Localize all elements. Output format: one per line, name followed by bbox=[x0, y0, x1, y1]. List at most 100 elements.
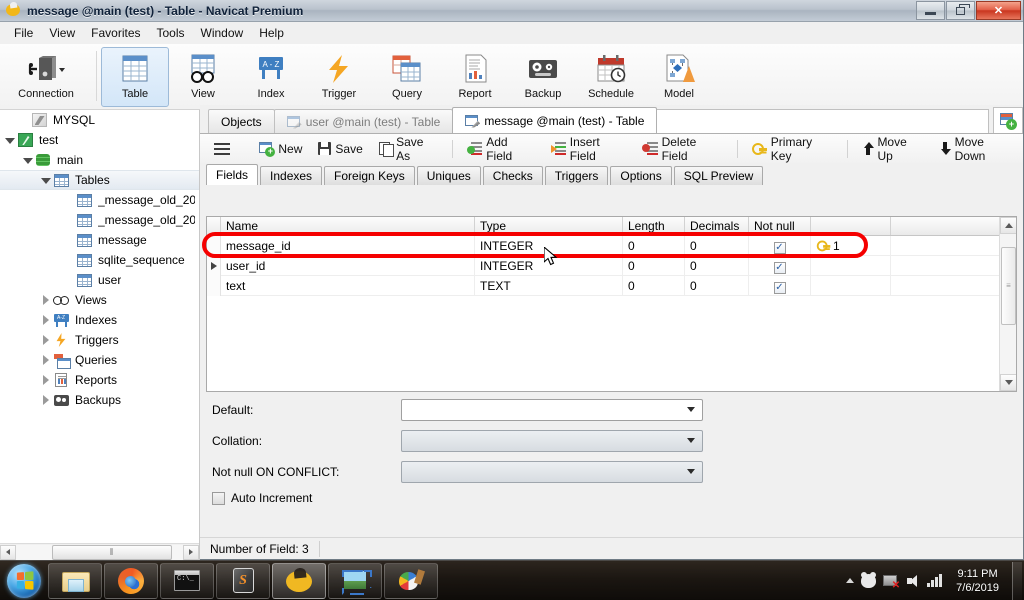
tab-objects[interactable]: Objects bbox=[208, 109, 275, 133]
tree-item-mysql[interactable]: MYSQL bbox=[0, 110, 199, 130]
object-tree[interactable]: MYSQL test main Tables _message_old_20 _… bbox=[0, 110, 199, 536]
cell-field-not-null[interactable]: ✓ bbox=[749, 235, 811, 256]
default-value-dropdown[interactable] bbox=[401, 398, 703, 421]
taskbar-sublime-text[interactable]: S bbox=[216, 562, 270, 599]
new-object-button[interactable] bbox=[993, 107, 1023, 133]
tab-indexes[interactable]: Indexes bbox=[260, 166, 323, 185]
taskbar-photo-viewer[interactable] bbox=[328, 562, 382, 599]
close-button[interactable]: ✕ bbox=[976, 1, 1021, 20]
network-disconnected-icon[interactable] bbox=[883, 574, 900, 591]
checkbox-checked-icon[interactable]: ✓ bbox=[773, 261, 786, 274]
restore-button[interactable] bbox=[946, 1, 975, 20]
taskbar-clock[interactable]: 9:11 PM 7/6/2019 bbox=[950, 567, 1005, 595]
tree-item-triggers[interactable]: Triggers bbox=[0, 330, 199, 350]
tab-checks[interactable]: Checks bbox=[482, 166, 543, 185]
save-as-button[interactable]: Save As bbox=[371, 131, 446, 167]
add-field-button[interactable]: Add Field bbox=[459, 131, 543, 167]
tab-uniques[interactable]: Uniques bbox=[416, 166, 481, 185]
taskbar-navicat[interactable] bbox=[272, 562, 326, 599]
sidebar-horizontal-scrollbar[interactable]: ⦀ bbox=[0, 543, 199, 560]
scroll-down-arrow-icon[interactable] bbox=[1000, 374, 1016, 391]
menu-view[interactable]: View bbox=[41, 23, 83, 43]
toolbar-report[interactable]: Report bbox=[441, 47, 509, 107]
tree-twisty-backups[interactable] bbox=[40, 390, 52, 410]
cell-field-decimals[interactable]: 0 bbox=[685, 275, 749, 296]
toolbar-schedule[interactable]: Schedule bbox=[577, 47, 645, 107]
tree-twisty-queries[interactable] bbox=[40, 350, 52, 370]
tree-item-main[interactable]: main bbox=[0, 150, 199, 170]
checkbox-checked-icon[interactable]: ✓ bbox=[773, 241, 786, 254]
tree-item-sqlite-sequence[interactable]: sqlite_sequence bbox=[0, 250, 199, 270]
tree-twisty-triggers[interactable] bbox=[40, 330, 52, 350]
cell-field-length[interactable]: 0 bbox=[623, 235, 685, 256]
designer-menu-button[interactable] bbox=[206, 139, 238, 159]
start-button[interactable] bbox=[0, 562, 48, 600]
tree-item-reports[interactable]: Reports bbox=[0, 370, 199, 390]
insert-field-button[interactable]: Insert Field bbox=[543, 131, 635, 167]
tree-twisty-main[interactable] bbox=[22, 150, 34, 170]
tree-item-user[interactable]: user bbox=[0, 270, 199, 290]
save-button[interactable]: Save bbox=[310, 138, 370, 160]
tab-options[interactable]: Options bbox=[610, 166, 672, 185]
tree-item-backups[interactable]: Backups bbox=[0, 390, 199, 410]
auto-increment-row[interactable]: Auto Increment bbox=[206, 491, 1017, 505]
toolbar-trigger[interactable]: Trigger bbox=[305, 47, 373, 107]
volume-icon[interactable] bbox=[906, 574, 920, 588]
taskbar-command-prompt[interactable] bbox=[160, 562, 214, 599]
tree-item-tables[interactable]: Tables bbox=[0, 170, 199, 190]
toolbar-connection[interactable]: Connection bbox=[0, 47, 92, 107]
cell-field-name[interactable]: message_id bbox=[221, 235, 475, 256]
tab-fields[interactable]: Fields bbox=[206, 164, 259, 185]
checkbox-checked-icon[interactable]: ✓ bbox=[773, 281, 786, 294]
collation-dropdown[interactable] bbox=[401, 429, 703, 452]
toolbar-model[interactable]: Model bbox=[645, 47, 713, 107]
column-header-name[interactable]: Name bbox=[221, 217, 475, 235]
show-desktop-button[interactable] bbox=[1012, 561, 1022, 600]
menu-window[interactable]: Window bbox=[193, 23, 252, 43]
tree-twisty-views[interactable] bbox=[40, 290, 52, 310]
menu-file[interactable]: File bbox=[6, 23, 41, 43]
scroll-track[interactable]: ⦀ bbox=[16, 544, 183, 560]
cell-field-length[interactable]: 0 bbox=[623, 275, 685, 296]
toolbar-view[interactable]: View bbox=[169, 47, 237, 107]
tree-item-message[interactable]: message bbox=[0, 230, 199, 250]
column-header-decimals[interactable]: Decimals bbox=[685, 217, 749, 235]
table-row[interactable]: text TEXT 0 0 ✓ bbox=[207, 275, 1016, 296]
cell-field-key[interactable]: 1 bbox=[811, 235, 891, 256]
cell-field-decimals[interactable]: 0 bbox=[685, 255, 749, 276]
bear-tray-icon[interactable] bbox=[861, 571, 877, 588]
show-hidden-icons-arrow-icon[interactable] bbox=[846, 578, 855, 583]
toolbar-query[interactable]: Query bbox=[373, 47, 441, 107]
scroll-right-arrow-icon[interactable] bbox=[183, 544, 199, 560]
scroll-thumb[interactable]: ⦀ bbox=[52, 544, 172, 560]
toolbar-table[interactable]: Table bbox=[101, 47, 169, 107]
scroll-up-arrow-icon[interactable] bbox=[1000, 217, 1016, 234]
table-row[interactable]: user_id INTEGER 0 0 ✓ bbox=[207, 255, 1016, 276]
tree-item-message-old-a[interactable]: _message_old_2019 bbox=[0, 190, 199, 210]
tree-item-views[interactable]: Views bbox=[0, 290, 199, 310]
menu-favorites[interactable]: Favorites bbox=[83, 23, 148, 43]
grid-vertical-scrollbar[interactable]: ≡ bbox=[999, 217, 1016, 391]
table-row[interactable]: message_id INTEGER 0 0 ✓ 1 bbox=[207, 235, 1016, 256]
move-up-button[interactable]: Move Up bbox=[854, 131, 931, 167]
menu-tools[interactable]: Tools bbox=[149, 23, 193, 43]
minimize-button[interactable] bbox=[916, 1, 945, 20]
taskbar-paint[interactable] bbox=[384, 562, 438, 599]
tree-twisty-reports[interactable] bbox=[40, 370, 52, 390]
column-header-type[interactable]: Type bbox=[475, 217, 623, 235]
tab-sql-preview[interactable]: SQL Preview bbox=[673, 166, 764, 185]
cell-field-not-null[interactable]: ✓ bbox=[749, 255, 811, 276]
cell-field-key[interactable] bbox=[811, 255, 891, 276]
toolbar-backup[interactable]: Backup bbox=[509, 47, 577, 107]
tree-item-indexes[interactable]: Indexes bbox=[0, 310, 199, 330]
cell-field-decimals[interactable]: 0 bbox=[685, 235, 749, 256]
signal-bars-icon[interactable] bbox=[927, 574, 943, 587]
new-button[interactable]: New bbox=[251, 138, 310, 160]
fields-grid[interactable]: Name Type Length Decimals Not null messa… bbox=[206, 216, 1017, 392]
tree-twisty-test[interactable] bbox=[4, 130, 16, 150]
tree-twisty[interactable] bbox=[18, 110, 30, 130]
column-header-not-null[interactable]: Not null bbox=[749, 217, 811, 235]
tree-item-test[interactable]: test bbox=[0, 130, 199, 150]
toolbar-index[interactable]: A - Z Index bbox=[237, 47, 305, 107]
delete-field-button[interactable]: Delete Field bbox=[634, 131, 730, 167]
